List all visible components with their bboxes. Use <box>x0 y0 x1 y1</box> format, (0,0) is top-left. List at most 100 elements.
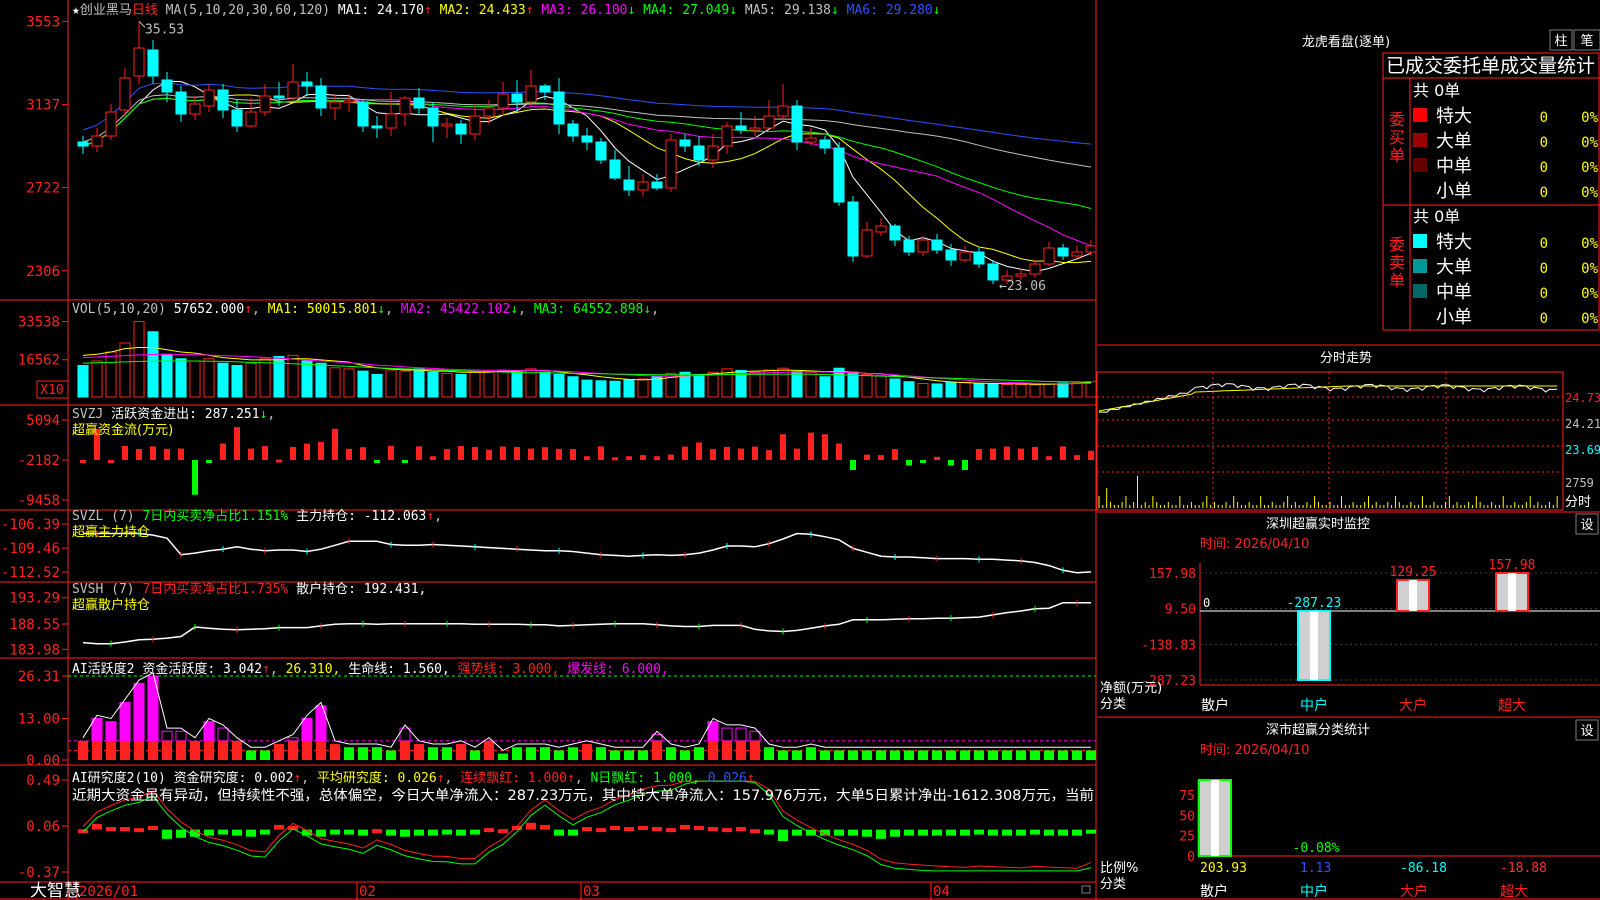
candle <box>567 123 579 137</box>
fund-flow-bar <box>108 460 114 463</box>
ai-active-header: AI活跃度2 资金活跃度: 3.042↑, 26.310, 生命线: 1.560… <box>72 661 669 677</box>
candle <box>1057 247 1069 257</box>
volume-bar <box>315 362 327 398</box>
buy-row-label: 小单 <box>1436 181 1472 202</box>
monitor-y-tick: -138.83 <box>1141 638 1196 653</box>
activity-bar-weak <box>875 750 887 760</box>
activity-bar-weak <box>469 750 481 760</box>
class-stats-time: 时间: 2026/04/10 <box>1200 743 1309 758</box>
activity-bar-strong <box>483 740 495 760</box>
candle <box>175 91 187 115</box>
y-tick-label: 26.31 <box>18 669 60 685</box>
candle <box>1029 263 1041 275</box>
candle <box>651 181 663 189</box>
class-category: 散户 <box>1200 883 1228 900</box>
candle <box>399 97 411 115</box>
research-bar <box>623 827 635 832</box>
research-bar <box>385 829 397 836</box>
class-settings-label[interactable]: 设 <box>1580 724 1593 739</box>
volume-bar <box>749 371 761 398</box>
ma-header: ★创业黑马日线 MA(5,10,20,30,60,120) MA1: 24.17… <box>72 3 941 18</box>
class-y-tick: 0 <box>1187 850 1195 865</box>
sell-row-count: 0 <box>1540 311 1548 327</box>
candle <box>847 201 859 257</box>
activity-bar-base <box>315 740 327 760</box>
fund-flow-bar <box>430 456 436 460</box>
candle <box>525 85 537 103</box>
buy-total: 共 0单 <box>1413 81 1460 100</box>
tab-bar-label[interactable]: 柱 <box>1554 34 1567 49</box>
research-bar <box>441 829 453 835</box>
research-bar <box>175 829 187 838</box>
fund-flow-bar <box>780 434 786 460</box>
volume-bar <box>469 371 481 398</box>
fund-flow-bar <box>850 460 856 470</box>
fund-flow-bar <box>892 449 898 460</box>
activity-bar-burst <box>161 730 173 742</box>
volume-bar <box>343 368 355 398</box>
monitor-settings-label[interactable]: 设 <box>1580 518 1593 533</box>
activity-bar-weak <box>497 753 509 760</box>
activity-bar-weak <box>259 750 271 760</box>
intraday-price-high: 24.73 <box>1565 391 1600 405</box>
research-bar <box>413 829 425 836</box>
activity-bar-base <box>721 740 733 760</box>
activity-bar-weak <box>441 747 453 760</box>
sell-row-count: 0 <box>1540 236 1548 252</box>
fund-flow-bar <box>472 446 478 460</box>
class-category: 超大 <box>1500 884 1528 900</box>
sell-row-label: 大单 <box>1436 257 1472 278</box>
commentary-text: 近期大资金虽有异动，但持续性不强，总体偏空，今日大单净流入：287.23万元，其… <box>72 787 1094 804</box>
sell-row-pct: 0% <box>1581 261 1598 277</box>
volume-bar <box>497 369 509 398</box>
fund-flow-bar <box>990 448 996 460</box>
activity-bar-weak <box>539 747 551 760</box>
candle <box>231 109 243 127</box>
candle <box>959 251 971 261</box>
candle <box>973 251 985 265</box>
research-bar <box>525 822 537 830</box>
fund-flow-bar <box>1032 446 1038 460</box>
volume-bar <box>259 358 271 398</box>
volume-bar <box>189 360 201 398</box>
research-bar <box>91 823 103 830</box>
sell-row-count: 0 <box>1540 261 1548 277</box>
candle <box>105 111 117 137</box>
research-bar <box>609 826 621 830</box>
fund-flow-bar <box>122 445 128 460</box>
volume-bar <box>371 374 383 398</box>
fund-flow-bar <box>276 459 282 463</box>
sell-side-label: 卖 <box>1389 253 1405 272</box>
activity-bar-weak <box>595 747 607 760</box>
candle <box>875 225 887 233</box>
fund-flow-bar <box>164 448 170 460</box>
research-bar <box>637 826 649 830</box>
candle <box>189 103 201 115</box>
y-tick-label: 0.49 <box>26 773 60 789</box>
volume-bar <box>1057 382 1069 398</box>
candle <box>357 101 369 127</box>
volume-bar <box>385 369 397 398</box>
activity-bar-weak <box>973 750 985 760</box>
research-bar <box>1029 829 1041 835</box>
research-bar <box>833 829 845 836</box>
monitor-zero-label: 0 <box>1203 596 1210 610</box>
buy-row-pct: 0% <box>1581 160 1598 176</box>
candle <box>623 179 635 191</box>
research-bar <box>945 829 957 836</box>
candle <box>413 97 425 109</box>
y-tick-label: 13.00 <box>18 711 60 727</box>
activity-bar-weak <box>525 747 537 760</box>
candle <box>329 101 341 109</box>
activity-bar-base <box>399 740 411 760</box>
svzj-header: SVZJ 活跃资金进出: 287.251↓, <box>72 406 275 422</box>
monitor-time: 时间: 2026/04/10 <box>1200 537 1309 552</box>
buy-row-count: 0 <box>1540 160 1548 176</box>
fund-flow-bar <box>290 446 296 460</box>
volume-bar <box>399 370 411 398</box>
fund-flow-bar <box>864 454 870 460</box>
tab-tick-label[interactable]: 笔 <box>1580 33 1593 49</box>
activity-bar-weak <box>805 747 817 760</box>
stock-analysis-chart[interactable]: 3553 3137 2722 2306 35.53 ←23.06 ★创业黑马日线 MA(5,… <box>0 0 1600 900</box>
research-bar <box>721 828 733 833</box>
